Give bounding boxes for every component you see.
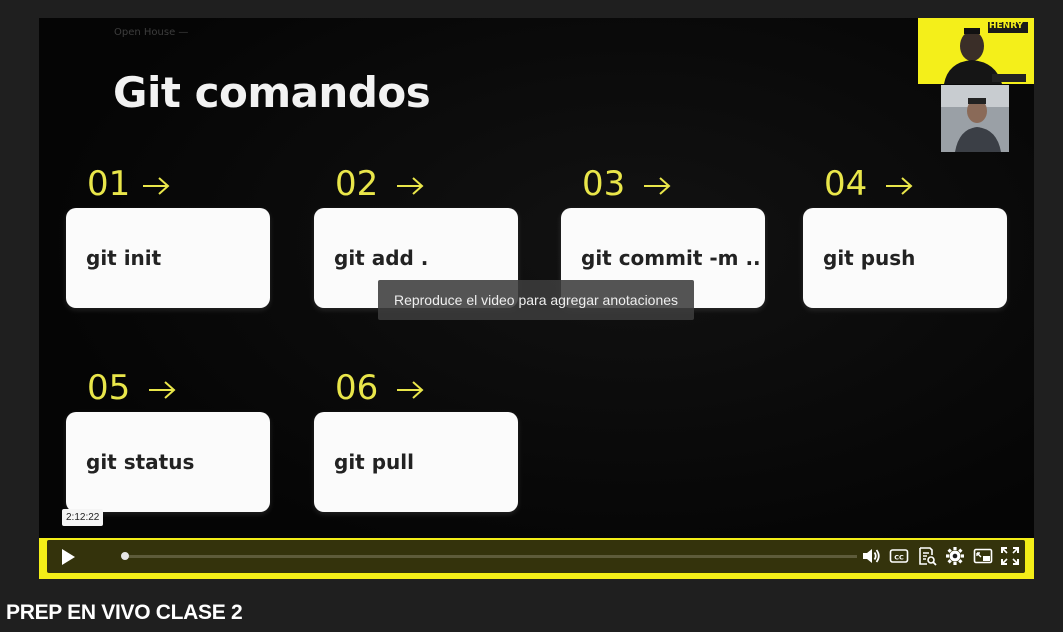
seek-bar[interactable] [123, 555, 857, 558]
attendee-webcam [941, 85, 1009, 152]
arrow-right-icon [143, 177, 170, 195]
attendee-silhouette [941, 85, 1009, 152]
command-text: git pull [334, 450, 414, 474]
transcript-icon[interactable] [917, 546, 937, 566]
command-text: git add . [334, 246, 429, 270]
video-title: PREP EN VIVO CLASE 2 [6, 601, 243, 624]
command-card: git pull [314, 412, 518, 512]
command-text: git status [86, 450, 195, 474]
picture-in-picture-icon[interactable] [973, 546, 993, 566]
arrow-right-icon [397, 381, 424, 399]
slide-brand-line: Open House — [114, 27, 189, 38]
command-text: git push [823, 246, 916, 270]
arrow-right-icon [886, 177, 913, 195]
slide-title: Git comandos [113, 68, 431, 117]
arrow-right-icon [397, 177, 424, 195]
step-number: 06 [335, 368, 379, 408]
step-number: 01 [87, 164, 131, 204]
command-card: git push [803, 208, 1007, 308]
fullscreen-icon[interactable] [1000, 546, 1020, 566]
command-text: git commit -m .. [581, 246, 761, 270]
video-player[interactable]: Open House — Git comandos 01 git init 02… [39, 18, 1034, 579]
arrow-right-icon [149, 381, 176, 399]
settings-icon[interactable] [945, 546, 965, 566]
controls-inner: CC [47, 540, 1025, 573]
command-card: git status [66, 412, 270, 512]
command-card: git init [66, 208, 270, 308]
seek-time-tooltip: 2:12:22 [62, 509, 104, 526]
closed-captions-icon[interactable]: CC [889, 546, 909, 566]
step-number: 03 [582, 164, 626, 204]
play-icon[interactable] [59, 548, 77, 566]
step-number: 04 [824, 164, 868, 204]
player-controls-bar: CC [39, 538, 1034, 579]
annotation-notice: Reproduce el video para agregar anotacio… [378, 280, 694, 320]
step-number: 05 [87, 368, 131, 408]
presenter-webcam: HENRY [918, 18, 1034, 84]
webcam-brand-text: HENRY [989, 21, 1024, 31]
svg-text:CC: CC [894, 554, 904, 562]
step-number: 02 [335, 164, 379, 204]
arrow-right-icon [644, 177, 671, 195]
volume-icon[interactable] [861, 546, 881, 566]
command-text: git init [86, 246, 162, 270]
seek-thumb[interactable] [121, 552, 129, 560]
